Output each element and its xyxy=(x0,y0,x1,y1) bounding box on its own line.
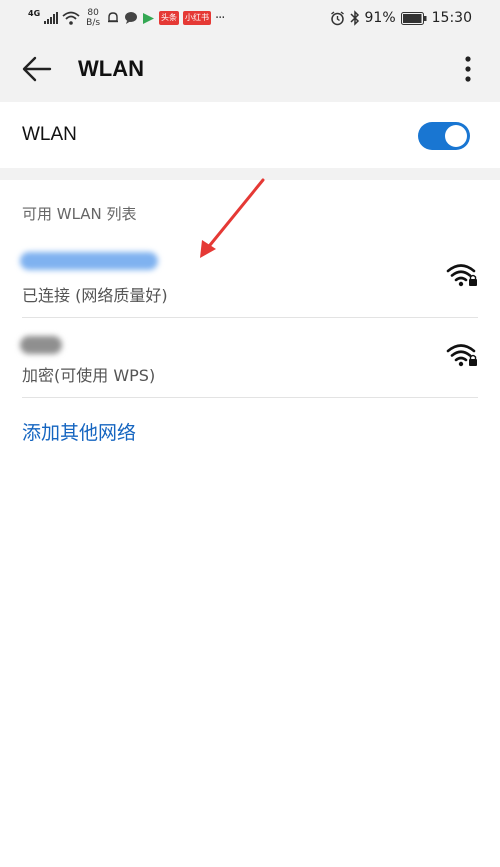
wlan-toggle-label: WLAN xyxy=(22,124,77,145)
battery-icon xyxy=(400,11,427,25)
notification-bell-icon xyxy=(108,12,119,23)
switch-knob xyxy=(445,125,467,147)
back-arrow-icon[interactable] xyxy=(22,55,52,83)
wifi-lock-icon xyxy=(446,344,477,367)
bluetooth-icon xyxy=(349,10,359,26)
wifi-status-icon xyxy=(62,11,80,25)
status-bar: 4G 80 B/s 头条 小红书 ··· 91% 15:30 xyxy=(0,0,500,36)
toolbar: WLAN xyxy=(0,36,500,102)
speed-unit: B/s xyxy=(86,18,101,28)
clock: 15:30 xyxy=(431,10,472,26)
network-item-encrypted[interactable]: 加密(可使用 WPS) xyxy=(0,318,500,398)
wifi-lock-icon xyxy=(446,264,477,287)
signal-icon xyxy=(44,12,59,24)
status-left: 4G 80 B/s 头条 小红书 ··· xyxy=(28,6,225,30)
page-title: WLAN xyxy=(78,56,144,81)
battery-percent: 91% xyxy=(364,10,396,26)
network-name-redacted xyxy=(20,336,62,354)
chat-bubble-icon xyxy=(125,12,138,24)
network-status: 加密(可使用 WPS) xyxy=(22,366,156,385)
app-badge-news: 头条 xyxy=(159,11,180,25)
status-right: 91% 15:30 xyxy=(330,6,472,30)
play-store-icon xyxy=(143,12,155,24)
more-options-icon[interactable] xyxy=(458,54,478,84)
speed-value: 80 xyxy=(87,8,99,18)
network-status: 已连接 (网络质量好) xyxy=(22,286,168,305)
network-speed: 80 B/s xyxy=(86,8,100,28)
network-name-redacted xyxy=(20,252,158,270)
red-arrow-annotation xyxy=(200,178,265,258)
alarm-icon xyxy=(330,10,344,25)
add-other-network-link[interactable]: 添加其他网络 xyxy=(22,418,136,445)
app-badge-redbook: 小红书 xyxy=(183,11,212,25)
more-notifications: ··· xyxy=(215,10,225,26)
row-divider xyxy=(22,397,478,398)
wlan-toggle-row[interactable]: WLAN xyxy=(0,102,500,168)
wlan-switch[interactable] xyxy=(418,122,470,150)
available-networks-header: 可用 WLAN 列表 xyxy=(22,205,137,223)
network-type: 4G xyxy=(28,9,41,18)
